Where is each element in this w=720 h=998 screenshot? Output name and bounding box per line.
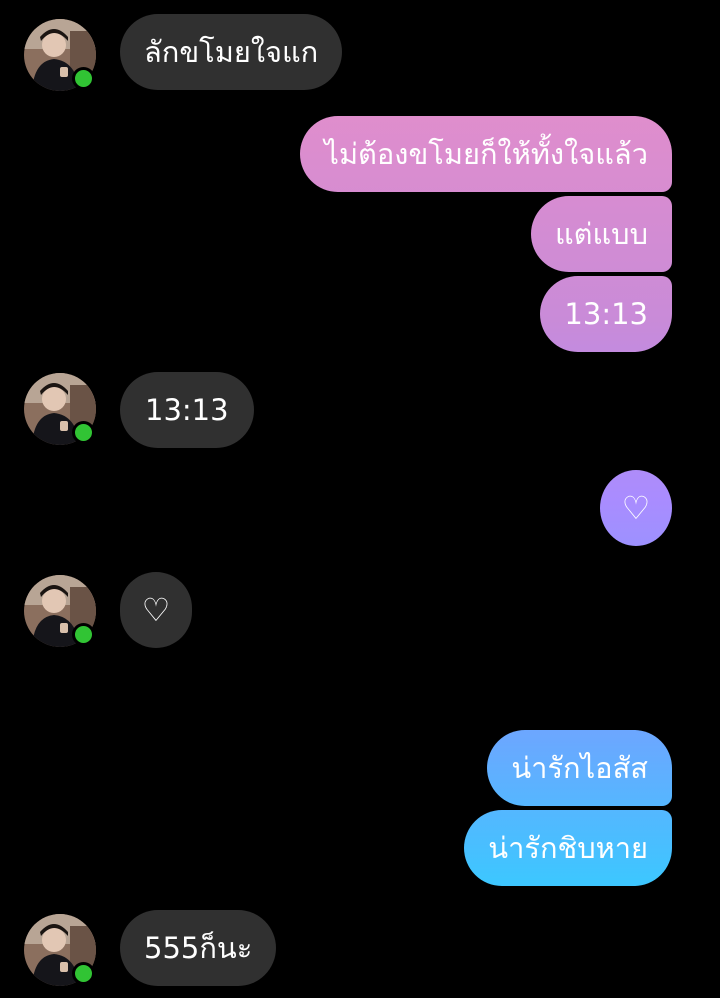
outgoing-message-bubble[interactable]: แต่แบบ xyxy=(530,196,672,272)
online-status-indicator xyxy=(72,67,95,90)
incoming-heart-message-bubble[interactable]: ♡ xyxy=(120,572,192,648)
online-status-indicator xyxy=(72,962,95,985)
online-status-indicator xyxy=(72,623,95,646)
incoming-message-bubble[interactable]: 13:13 xyxy=(120,372,254,448)
outgoing-message-bubble[interactable]: น่ารักชิบหาย xyxy=(464,810,672,886)
outgoing-message-bubble[interactable]: ไม่ต้องขโมยก็ให้ทั้งใจแล้ว xyxy=(300,116,672,192)
contact-avatar[interactable] xyxy=(24,914,96,986)
outgoing-message-bubble[interactable]: 13:13 xyxy=(540,276,672,352)
contact-avatar[interactable] xyxy=(24,373,96,445)
contact-avatar[interactable] xyxy=(24,575,96,647)
contact-avatar[interactable] xyxy=(24,19,96,91)
online-status-indicator xyxy=(72,421,95,444)
outgoing-heart-message-bubble[interactable]: ♡ xyxy=(600,470,672,546)
incoming-message-bubble[interactable]: 555ก็นะ xyxy=(120,910,277,986)
incoming-message-bubble[interactable]: ลักขโมยใจแก xyxy=(120,14,343,90)
outgoing-message-bubble[interactable]: น่ารักไอสัส xyxy=(487,730,672,806)
